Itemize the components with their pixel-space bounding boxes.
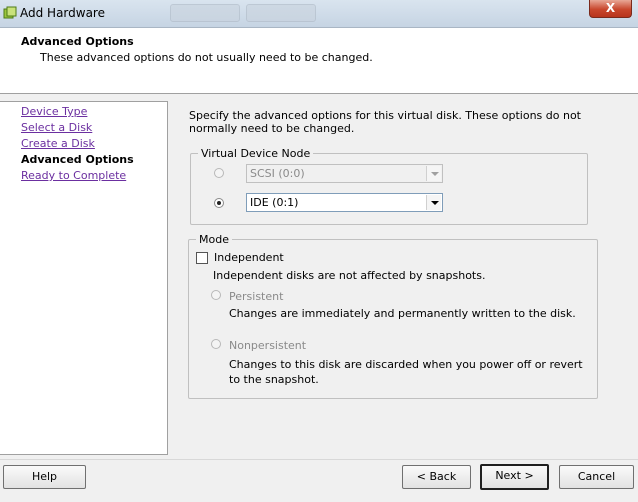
virtual-device-node-group: Virtual Device Node [190, 147, 588, 225]
nav-step-select-disk[interactable]: Select a Disk [21, 121, 92, 134]
chevron-down-icon [426, 166, 441, 181]
title-bar: Add Hardware X [0, 0, 638, 28]
ide-radio[interactable] [214, 198, 224, 208]
wizard-steps-nav: Device Type Select a Disk Create a Disk … [0, 101, 168, 455]
wizard-header: Advanced Options These advanced options … [0, 28, 638, 94]
ide-node-value: IDE (0:1) [250, 196, 299, 209]
mode-legend: Mode [196, 233, 232, 246]
footer-divider [0, 459, 638, 460]
scsi-node-value: SCSI (0:0) [250, 167, 305, 180]
radio-selected-dot [217, 201, 221, 205]
persistent-radio[interactable] [211, 290, 221, 300]
nav-step-device-type[interactable]: Device Type [21, 105, 87, 118]
scsi-node-select[interactable]: SCSI (0:0) [246, 164, 443, 183]
nav-step-create-disk[interactable]: Create a Disk [21, 137, 95, 150]
independent-label: Independent [214, 251, 284, 264]
cancel-button[interactable]: Cancel [559, 465, 634, 489]
independent-checkbox[interactable] [196, 252, 208, 264]
nonpersistent-label: Nonpersistent [229, 339, 307, 352]
background-window-button [246, 4, 316, 22]
back-button[interactable]: < Back [402, 465, 471, 489]
ide-node-select[interactable]: IDE (0:1) [246, 193, 443, 212]
nonpersistent-radio[interactable] [211, 339, 221, 349]
nav-step-advanced-options: Advanced Options [21, 153, 134, 166]
nav-step-ready-to-complete[interactable]: Ready to Complete [21, 169, 126, 182]
window-title: Add Hardware [20, 6, 105, 20]
page-subtitle: These advanced options do not usually ne… [40, 51, 373, 64]
virtual-device-node-legend: Virtual Device Node [198, 147, 314, 160]
nonpersistent-description: Changes to this disk are discarded when … [229, 358, 583, 386]
intro-text: Specify the advanced options for this vi… [189, 109, 581, 135]
next-button[interactable]: Next > [480, 464, 549, 490]
chevron-down-icon [426, 195, 441, 210]
scsi-radio[interactable] [214, 168, 224, 178]
persistent-description: Changes are immediately and permanently … [229, 307, 576, 320]
close-button[interactable]: X [589, 0, 632, 18]
help-button[interactable]: Help [3, 465, 86, 489]
background-window-button [170, 4, 240, 22]
app-icon [3, 6, 17, 19]
independent-description: Independent disks are not affected by sn… [213, 269, 486, 282]
persistent-label: Persistent [229, 290, 284, 303]
page-title: Advanced Options [21, 35, 134, 48]
